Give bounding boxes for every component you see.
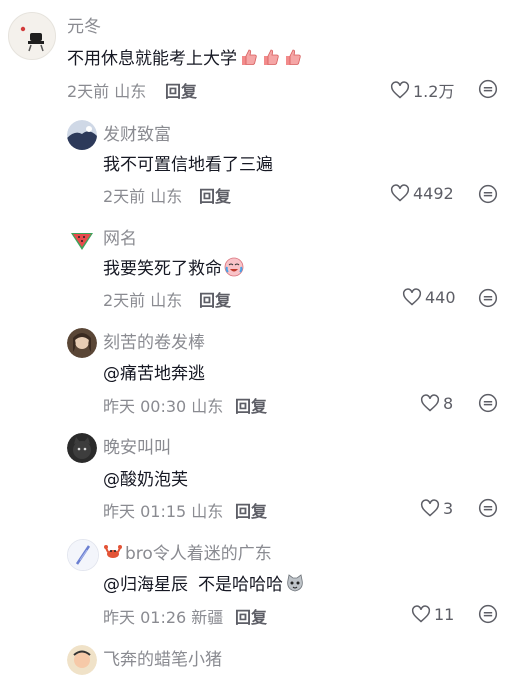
more-options-icon[interactable] (478, 79, 498, 99)
avatar[interactable] (67, 433, 97, 463)
avatar[interactable] (67, 120, 97, 150)
more-options-icon[interactable] (478, 288, 498, 308)
location: 新疆 (191, 608, 224, 627)
thumbs-up-emoji (286, 49, 301, 65)
comment-text: 我不可置信地看了三遍 (103, 155, 273, 175)
like-button[interactable]: 11 (411, 604, 454, 624)
like-button[interactable]: 440 (402, 287, 456, 307)
more-options-icon[interactable] (478, 184, 498, 204)
like-count: 4492 (413, 183, 454, 203)
thumbs-up-emoji (242, 49, 257, 65)
location: 山东 (114, 82, 147, 101)
username[interactable]: bro令人着迷的广东 (103, 539, 272, 564)
heart-icon (390, 184, 410, 202)
username[interactable]: 发财致富 (103, 120, 171, 145)
avatar[interactable] (67, 328, 97, 358)
avatar[interactable] (67, 224, 97, 254)
like-count: 1.2万 (413, 82, 455, 101)
reply-button[interactable]: 回复 (235, 498, 267, 522)
comment-meta: 2天前 山东 (103, 287, 182, 311)
more-options-icon[interactable] (478, 498, 498, 518)
location: 山东 (191, 502, 224, 521)
timestamp: 昨天 01:15 (103, 502, 187, 521)
more-options-icon[interactable] (478, 604, 498, 624)
comment-meta: 昨天 01:26 新疆 (103, 604, 223, 628)
timestamp: 昨天 00:30 (103, 397, 187, 416)
comment-text: @痛苦地奔逃 (103, 364, 205, 384)
avatar[interactable] (8, 12, 56, 60)
thumbs-up-emoji (264, 49, 279, 65)
avatar[interactable] (67, 645, 97, 675)
timestamp: 2天前 (67, 82, 110, 101)
username[interactable]: 元冬 (67, 12, 101, 37)
like-button[interactable]: 4492 (390, 183, 454, 203)
comment-meta: 2天前 山东 (67, 78, 146, 102)
username[interactable]: 飞奔的蜡笔小猪 (103, 645, 222, 670)
like-count: 440 (425, 287, 456, 307)
like-count: 8 (443, 393, 454, 413)
like-count: 3 (443, 498, 454, 518)
heart-icon (420, 499, 440, 517)
timestamp: 2天前 (103, 187, 146, 206)
like-button[interactable]: 3 (420, 498, 453, 518)
reply-button[interactable]: 回复 (235, 393, 267, 417)
reply-button[interactable]: 回复 (199, 183, 231, 207)
location: 山东 (150, 291, 183, 310)
heart-icon (411, 605, 431, 623)
more-options-icon[interactable] (478, 393, 498, 413)
reply-button[interactable]: 回复 (199, 287, 231, 311)
crab-emoji (104, 544, 122, 558)
like-button[interactable]: 1.2万 (390, 78, 454, 102)
cat-emoji (287, 573, 303, 591)
comment-meta: 昨天 01:15 山东 (103, 498, 223, 522)
comment-meta: 2天前 山东 (103, 183, 182, 207)
comment-body: 我要笑死了救命 (103, 259, 222, 279)
comment-meta: 昨天 00:30 山东 (103, 393, 223, 417)
heart-icon (390, 81, 410, 99)
location: 山东 (191, 397, 224, 416)
mention-link[interactable]: @归海星辰 (103, 570, 188, 595)
comment-body: 不是哈哈哈 (198, 575, 283, 595)
timestamp: 2天前 (103, 291, 146, 310)
comment-text: @酸奶泡芙 (103, 470, 188, 490)
comment-text: @归海星辰 不是哈哈哈 (103, 570, 305, 595)
username[interactable]: 刻苦的卷发棒 (103, 328, 205, 353)
username-text: bro令人着迷的广东 (125, 544, 272, 564)
reply-button[interactable]: 回复 (165, 78, 197, 102)
location: 山东 (150, 187, 183, 206)
crying-laughing-emoji (224, 257, 244, 276)
reply-button[interactable]: 回复 (235, 604, 267, 628)
comment-text: 不用休息就能考上大学 (67, 44, 303, 69)
like-count: 11 (434, 604, 455, 624)
avatar[interactable] (67, 539, 99, 571)
heart-icon (420, 394, 440, 412)
timestamp: 昨天 01:26 (103, 608, 187, 627)
username[interactable]: 晚安叫叫 (103, 433, 171, 458)
comment-text: 我要笑死了救命 (103, 254, 244, 279)
comment-body: 不用休息就能考上大学 (67, 49, 237, 69)
username[interactable]: 网名 (103, 224, 137, 249)
heart-icon (402, 288, 422, 306)
like-button[interactable]: 8 (420, 393, 453, 413)
